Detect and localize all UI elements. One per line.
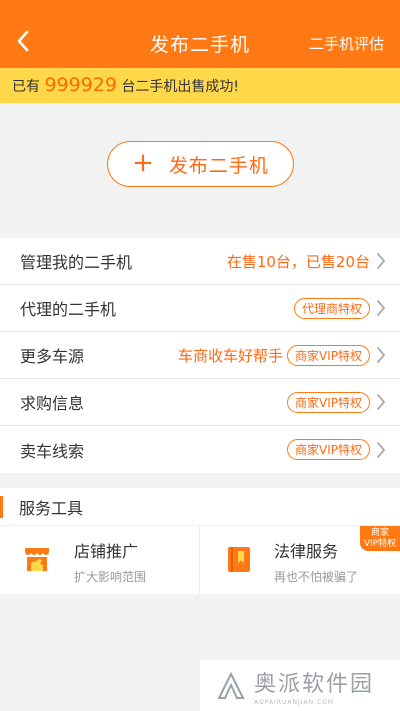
tool-desc: 再也不怕被骗了 bbox=[274, 570, 359, 584]
chevron-right-icon bbox=[374, 253, 388, 269]
row-sale-leads[interactable]: 卖车线索 商家VIP特权 bbox=[0, 426, 400, 473]
tool-name: 店铺推广 bbox=[74, 542, 139, 561]
row-label: 代理的二手机 bbox=[20, 300, 117, 319]
top-bar: 发布二手机 二手机评估 bbox=[0, 0, 400, 68]
banner-suffix: 台二手机出售成功! bbox=[121, 79, 240, 95]
chevron-right-icon bbox=[374, 394, 388, 410]
row-status: 在售10台，已售20台 bbox=[226, 252, 370, 271]
evaluate-link[interactable]: 二手机评估 bbox=[309, 33, 384, 54]
section-title: 服务工具 bbox=[19, 498, 84, 518]
row-manage-my-phones[interactable]: 管理我的二手机 在售10台，已售20台 bbox=[0, 238, 400, 285]
privilege-badge: 商家VIP特权 bbox=[287, 439, 370, 460]
tool-text: 法律服务 再也不怕被骗了 bbox=[274, 538, 358, 585]
plus-icon: + bbox=[132, 148, 155, 178]
row-purchase-info[interactable]: 求购信息 商家VIP特权 bbox=[0, 379, 400, 426]
banner-prefix: 已有 bbox=[12, 79, 40, 95]
watermark: 奥派软件园 AOPAIRUANJIAN.COM bbox=[200, 660, 400, 711]
row-label: 求购信息 bbox=[20, 394, 85, 413]
row-status: 车商收车好帮手 bbox=[177, 346, 283, 365]
tool-desc: 扩大影响范围 bbox=[74, 570, 147, 584]
row-right: 车商收车好帮手 商家VIP特权 bbox=[178, 332, 388, 378]
privilege-badge: 商家VIP特权 bbox=[287, 344, 370, 366]
publish-label: 发布二手机 bbox=[168, 154, 269, 177]
chevron-right-icon bbox=[374, 300, 388, 316]
row-label: 卖车线索 bbox=[20, 441, 85, 461]
row-right: 商家VIP特权 bbox=[287, 379, 388, 425]
section-header: 服务工具 bbox=[0, 488, 400, 525]
row-label: 更多车源 bbox=[20, 347, 85, 366]
tool-legal-service[interactable]: 法律服务 再也不怕被骗了 商家 VIP特权 bbox=[200, 526, 400, 594]
row-more-sources[interactable]: 更多车源 车商收车好帮手 商家VIP特权 bbox=[0, 332, 400, 379]
watermark-sub: AOPAIRUANJIAN.COM bbox=[254, 698, 335, 706]
chevron-right-icon bbox=[374, 441, 388, 458]
law-book-icon bbox=[228, 547, 250, 572]
chevron-right-icon bbox=[374, 347, 388, 363]
row-right: 商家VIP特权 bbox=[287, 426, 388, 473]
tag-line-1: 商家 bbox=[370, 528, 389, 538]
privilege-badge: 商家VIP特权 bbox=[287, 391, 370, 413]
privilege-badge: 代理商特权 bbox=[293, 297, 370, 319]
row-agent-phones[interactable]: 代理的二手机 代理商特权 bbox=[0, 285, 400, 332]
section-accent-bar bbox=[0, 495, 3, 518]
shop-icon bbox=[25, 548, 49, 571]
row-right: 在售10台，已售20台 bbox=[227, 238, 388, 284]
row-label: 管理我的二手机 bbox=[20, 253, 133, 272]
service-tools: 店铺推广 扩大影响范围 法律服务 再也不怕被骗了 商家 VIP特权 bbox=[0, 526, 400, 594]
tool-name: 法律服务 bbox=[274, 542, 339, 561]
tool-text: 店铺推广 扩大影响范围 bbox=[74, 538, 146, 585]
tag-line-2: VIP特权 bbox=[363, 539, 397, 549]
publish-button[interactable]: + 发布二手机 bbox=[107, 141, 294, 187]
tool-shop-promotion[interactable]: 店铺推广 扩大影响范围 bbox=[0, 526, 200, 594]
sales-banner: 已有 999929 台二手机出售成功! bbox=[0, 68, 400, 103]
watermark-text: 奥派软件园 AOPAIRUANJIAN.COM bbox=[254, 666, 374, 706]
row-right: 代理商特权 bbox=[293, 285, 388, 331]
sold-count: 999929 bbox=[44, 74, 117, 96]
vip-corner-tag: 商家 VIP特权 bbox=[360, 526, 400, 551]
watermark-logo-icon bbox=[217, 671, 245, 699]
menu-list: 管理我的二手机 在售10台，已售20台 代理的二手机 代理商特权 更多车源 车商… bbox=[0, 238, 400, 473]
watermark-main: 奥派软件园 bbox=[254, 671, 375, 697]
